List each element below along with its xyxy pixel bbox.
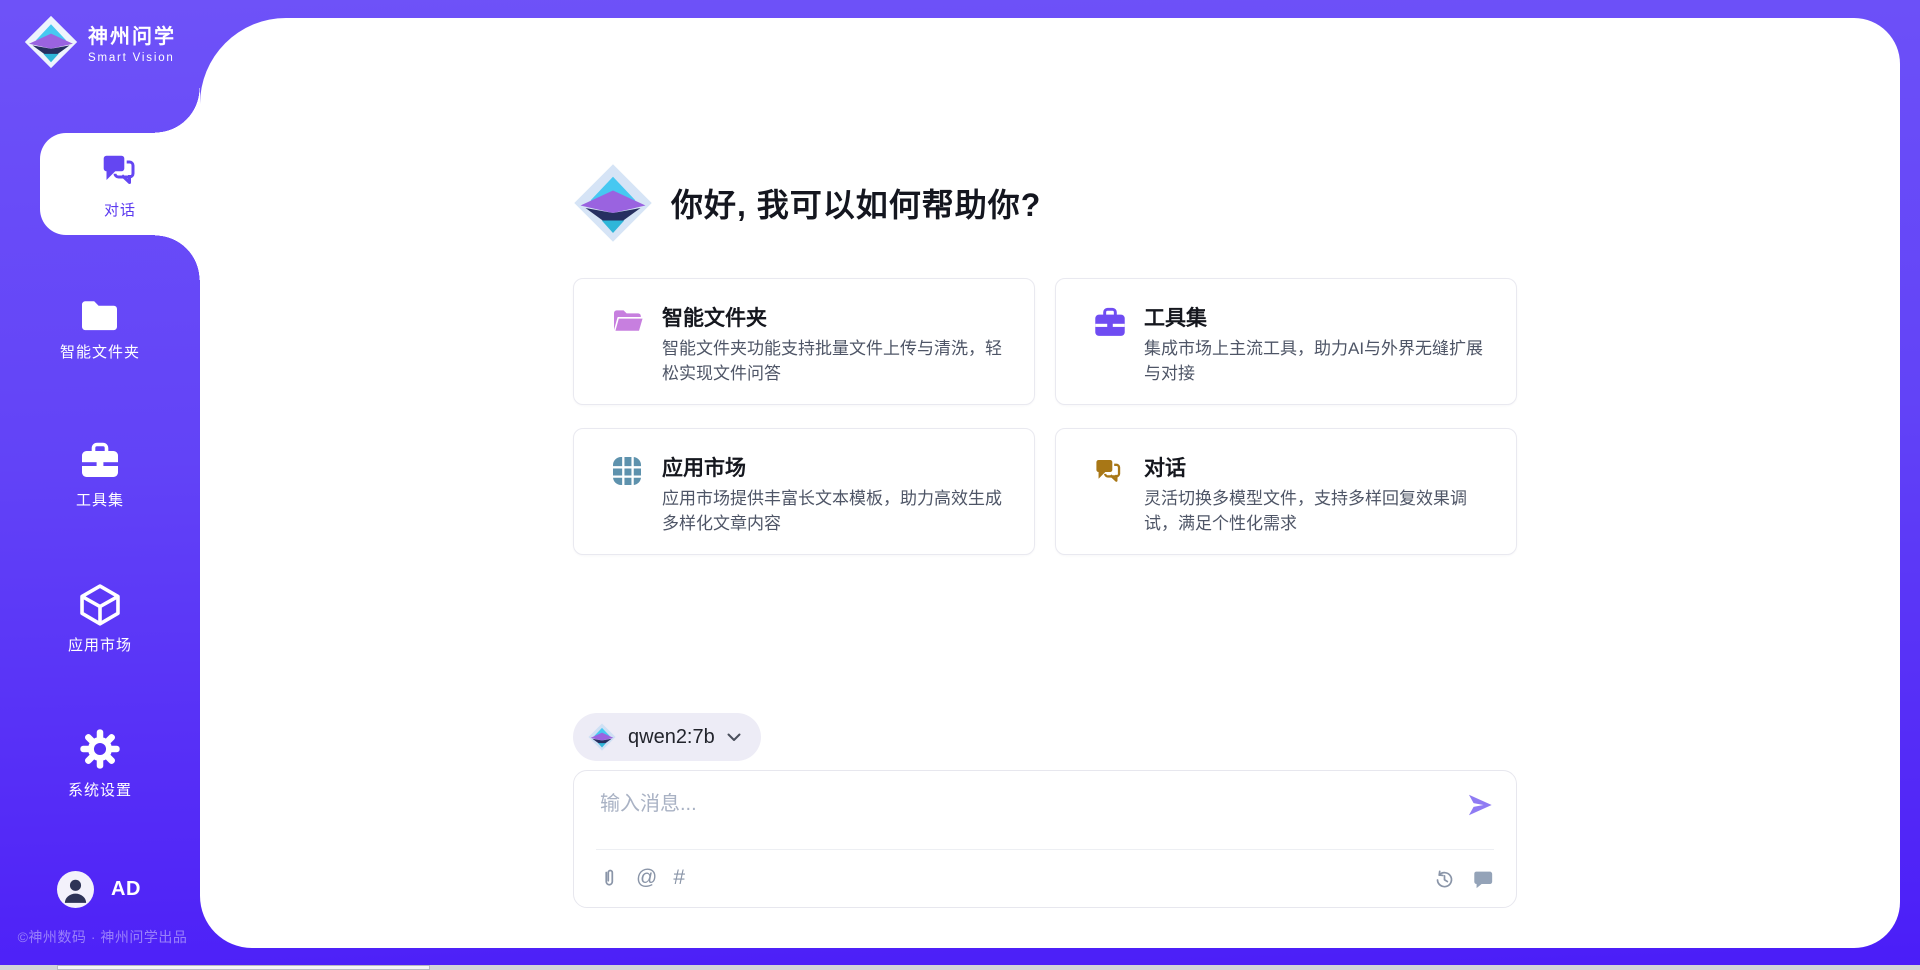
app-grid-icon [610, 454, 644, 488]
model-selector[interactable]: qwen2:7b [573, 713, 761, 761]
folder-icon [77, 294, 123, 334]
card-title: 智能文件夹 [662, 302, 767, 332]
card-description: 应用市场提供丰富长文本模板，助力高效生成多样化文章内容 [662, 486, 1014, 536]
card-title: 对话 [1144, 452, 1186, 482]
active-tab-bottom-fillet [155, 235, 200, 280]
horizontal-scrollbar-thumb[interactable] [57, 965, 430, 970]
send-icon[interactable] [1466, 791, 1494, 819]
mention-icon[interactable]: @ [636, 865, 657, 891]
sidebar-item-app-market[interactable]: 应用市场 [0, 581, 200, 655]
card-title: 工具集 [1144, 302, 1207, 332]
chevron-down-icon [727, 733, 741, 742]
sidebar-item-toolset[interactable]: 工具集 [0, 438, 200, 510]
card-app-market[interactable]: 应用市场 应用市场提供丰富长文本模板，助力高效生成多样化文章内容 [573, 428, 1035, 555]
chat-icon [1092, 454, 1126, 488]
greeting-block: 你好, 我可以如何帮助你? [573, 163, 1041, 243]
composer-toolbar: @ # [598, 865, 685, 891]
sidebar-diamond-logo-icon [24, 15, 78, 69]
greeting-title: 你好, 我可以如何帮助你? [671, 180, 1041, 226]
model-name: qwen2:7b [628, 726, 715, 749]
sidebar: 神州问学 Smart Vision 对话 智能文件夹 [0, 0, 200, 970]
brand-name-cn: 神州问学 [88, 20, 176, 49]
card-smart-folder[interactable]: 智能文件夹 智能文件夹功能支持批量文件上传与清洗，轻松实现文件问答 [573, 278, 1035, 405]
hashtag-icon[interactable]: # [673, 865, 685, 891]
card-description: 智能文件夹功能支持批量文件上传与清洗，轻松实现文件问答 [662, 336, 1014, 386]
sidebar-item-label: 应用市场 [68, 634, 132, 655]
sidebar-item-label: 智能文件夹 [60, 341, 140, 362]
sidebar-item-settings[interactable]: 系统设置 [0, 726, 200, 800]
card-title: 应用市场 [662, 452, 746, 482]
brand-logo: 神州问学 Smart Vision [24, 15, 176, 69]
message-icon[interactable] [1472, 868, 1494, 890]
sidebar-item-smart-folder[interactable]: 智能文件夹 [0, 294, 200, 362]
composer-right-tools [1433, 867, 1494, 890]
copyright-text: ©神州数码 · 神州问学出品 [0, 927, 205, 947]
main-panel: 你好, 我可以如何帮助你? 智能文件夹 智能文件夹功能支持批量文件上传与清洗，轻… [200, 18, 1900, 948]
card-description: 集成市场上主流工具，助力AI与外界无缝扩展与对接 [1144, 336, 1496, 386]
message-input[interactable] [600, 787, 1440, 841]
brand-diamond-logo-icon [573, 163, 653, 243]
horizontal-scrollbar-track [0, 965, 1920, 970]
feature-cards: 智能文件夹 智能文件夹功能支持批量文件上传与清洗，轻松实现文件问答 工具集 集成… [573, 278, 1517, 555]
brand-name-en: Smart Vision [88, 52, 176, 64]
attachment-icon[interactable] [598, 865, 620, 891]
composer-divider [596, 849, 1494, 850]
sidebar-item-label: 系统设置 [68, 779, 132, 800]
briefcase-icon [78, 438, 122, 482]
briefcase-icon [1092, 304, 1128, 340]
chat-icon [97, 148, 143, 192]
open-folder-icon [610, 304, 646, 338]
message-composer: @ # [573, 770, 1517, 908]
user-name: AD [111, 878, 141, 901]
user-account[interactable]: AD [57, 871, 141, 908]
avatar [57, 871, 94, 908]
sidebar-item-chat[interactable]: 对话 [40, 133, 200, 235]
card-description: 灵活切换多模型文件，支持多样回复效果调试，满足个性化需求 [1144, 486, 1496, 536]
content-column: 你好, 我可以如何帮助你? 智能文件夹 智能文件夹功能支持批量文件上传与清洗，轻… [573, 18, 1517, 948]
card-chat[interactable]: 对话 灵活切换多模型文件，支持多样回复效果调试，满足个性化需求 [1055, 428, 1517, 555]
sidebar-item-label: 对话 [104, 199, 136, 220]
card-toolset[interactable]: 工具集 集成市场上主流工具，助力AI与外界无缝扩展与对接 [1055, 278, 1517, 405]
cube-icon [77, 581, 123, 627]
sidebar-item-label: 工具集 [76, 489, 124, 510]
active-tab-top-fillet [155, 88, 200, 133]
model-diamond-logo-icon [588, 723, 616, 751]
history-icon[interactable] [1433, 867, 1456, 890]
gear-icon [77, 726, 123, 772]
